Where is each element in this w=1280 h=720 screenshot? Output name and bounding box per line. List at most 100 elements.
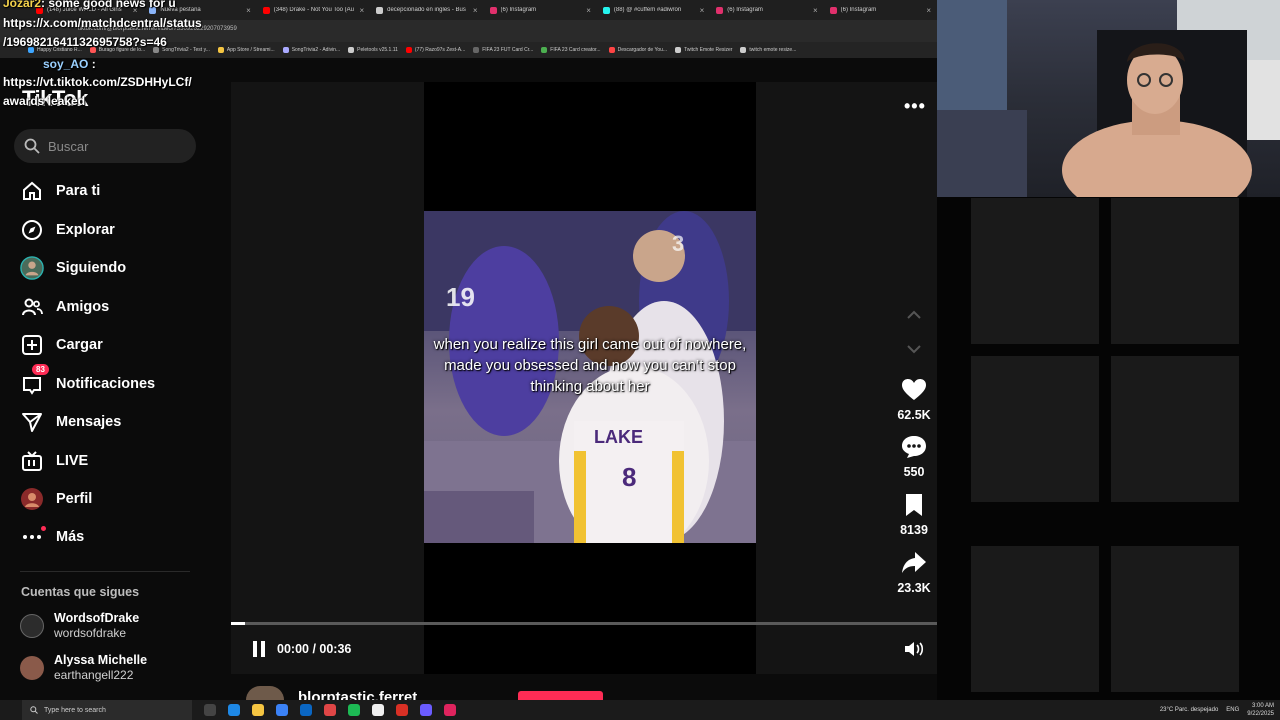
video-thumbnail[interactable] [971,198,1099,344]
app-icon[interactable] [324,704,336,716]
video-thumbnail[interactable] [971,356,1099,502]
tab-label: (88) @ #cuffem #adiwron [613,7,682,13]
sidebar-item-amigos[interactable]: Amigos [20,293,200,321]
sidebar-item-label: Para ti [56,183,101,199]
video-thumbnail[interactable] [1111,356,1239,502]
close-tab-icon[interactable]: × [586,6,591,15]
chrome-icon[interactable] [396,704,408,716]
browser-tab[interactable]: (6) Instagram × [484,0,597,20]
tab-label: (6) Instagram [727,7,763,13]
author-avatar[interactable] [246,686,284,700]
bookmark-item[interactable]: (77) Razo97s Zest-A... [405,47,465,53]
following-account[interactable]: WordsofDrake wordsofdrake [20,611,139,641]
browser-tab[interactable]: decepcionado en ingles - Bus × [370,0,483,20]
streamer-webcam [937,0,1280,197]
clock[interactable]: 3:00 AM 9/22/2025 [1247,702,1274,718]
search-placeholder: Buscar [48,138,89,154]
bookmark-item[interactable]: App Store / Streami... [217,47,275,53]
chat-line: /1969821641132695758?s=46 [3,35,167,49]
video-thumbnail[interactable] [1111,546,1239,692]
following-account[interactable]: Alyssa Michelle earthangell222 [20,653,147,683]
more-icon [20,525,46,549]
sidebar-item-mensajes[interactable]: Mensajes [20,408,200,436]
bookmark-item[interactable]: Twitch Emote Resizer [675,47,732,53]
sidebar-item-mas[interactable]: Más [20,523,200,551]
bookmark-label: SongTrivia2 - Adivin... [291,47,341,53]
app-icon[interactable] [444,704,456,716]
bookmark-item[interactable]: Descargador de You... [608,47,668,53]
notification-dot [41,526,46,531]
spotify-icon[interactable] [348,704,360,716]
bookmark-favicon-icon [405,47,412,53]
close-tab-icon[interactable]: × [700,6,705,15]
tab-favicon-icon [489,6,497,14]
sidebar-item-label: Siguiendo [56,260,127,276]
pause-icon[interactable] [250,640,268,658]
sidebar-item-label: LIVE [56,453,89,469]
browser-tab[interactable]: (6) Instagram × [710,0,823,20]
share-button[interactable]: 23.3K [889,551,939,595]
sidebar-item-live[interactable]: LIVE [20,447,200,475]
like-button[interactable]: 62.5K [889,378,939,422]
tab-label: (6) Instagram [840,7,877,13]
save-count: 8139 [900,523,928,537]
sidebar-item-explorar[interactable]: Explorar [20,216,200,244]
bookmark-favicon-icon [675,47,682,53]
sidebar-divider [20,571,190,572]
taskbar-search-input[interactable]: Type here to search [22,700,192,720]
app-icon[interactable] [420,704,432,716]
svg-text:3: 3 [672,231,684,256]
tab-favicon-icon [376,6,384,14]
browser-tab[interactable]: (88) @ #cuffem #adiwron × [597,0,710,20]
more-options-icon[interactable]: ••• [904,96,926,117]
app-icon[interactable] [372,704,384,716]
bookmark-item[interactable]: twitch emote resize... [740,47,796,53]
profile-icon [20,487,44,511]
close-tab-icon[interactable]: × [359,6,364,15]
store-icon[interactable] [276,704,288,716]
search-input[interactable]: Buscar [14,129,196,163]
sidebar-item-label: Amigos [56,299,110,315]
file-explorer-icon[interactable] [252,704,264,716]
sidebar-item-perfil[interactable]: Perfil [20,485,200,513]
browser-tab[interactable]: (348) Drake - Not You Too (Au × [257,0,370,20]
bookmark-label: App Store / Streami... [226,47,275,53]
sidebar-item-notificaciones[interactable]: 83 Notificaciones [20,364,200,398]
chat-line: awards leaked [3,94,86,108]
close-tab-icon[interactable]: × [473,6,478,15]
bookmark-favicon-icon [473,47,480,53]
language-indicator[interactable]: ENG [1226,707,1239,713]
sidebar-item-para-ti[interactable]: Para ti [20,177,200,205]
task-view-icon[interactable] [204,704,216,716]
tab-label: (6) Instagram [500,7,537,13]
chevron-down-icon[interactable] [905,340,923,358]
bookmark-item[interactable]: SongTrivia2 - Adivin... [282,47,341,53]
notification-badge: 83 [32,364,49,375]
close-tab-icon[interactable]: × [813,6,818,15]
bookmark-item[interactable]: FIFA 23 FUT Card Cr... [473,47,533,53]
sidebar-item-siguiendo[interactable]: Siguiendo [20,254,200,282]
close-tab-icon[interactable]: × [246,6,251,15]
volume-icon[interactable] [904,640,924,658]
tab-favicon-icon [716,6,724,14]
bookmark-item[interactable]: Peletools v25.1.11 [348,47,398,53]
save-button[interactable]: 8139 [889,493,939,537]
comment-button[interactable]: 550 [889,435,939,479]
bookmark-item[interactable]: FIFA 23 Card creator... [541,47,601,53]
send-icon [20,410,44,434]
chat-message: soy_AO : [3,57,96,71]
video-thumbnail[interactable] [971,546,1099,692]
tab-favicon-icon [602,6,610,14]
close-tab-icon[interactable]: × [926,6,931,15]
video-progress-bar[interactable] [231,622,949,625]
bookmark-label: Descargador de You... [617,47,668,53]
browser-tab[interactable]: (6) Instagram × [824,0,937,20]
sidebar-item-cargar[interactable]: Cargar [20,331,200,359]
weather-text[interactable]: 23°C Parc. despejado [1160,707,1218,713]
video-thumbnail[interactable] [1111,198,1239,344]
account-name: WordsofDrake [54,611,140,625]
edge-icon[interactable] [228,704,240,716]
mail-icon[interactable] [300,704,312,716]
bookmark-favicon-icon [282,47,289,53]
chevron-up-icon[interactable] [905,306,923,324]
